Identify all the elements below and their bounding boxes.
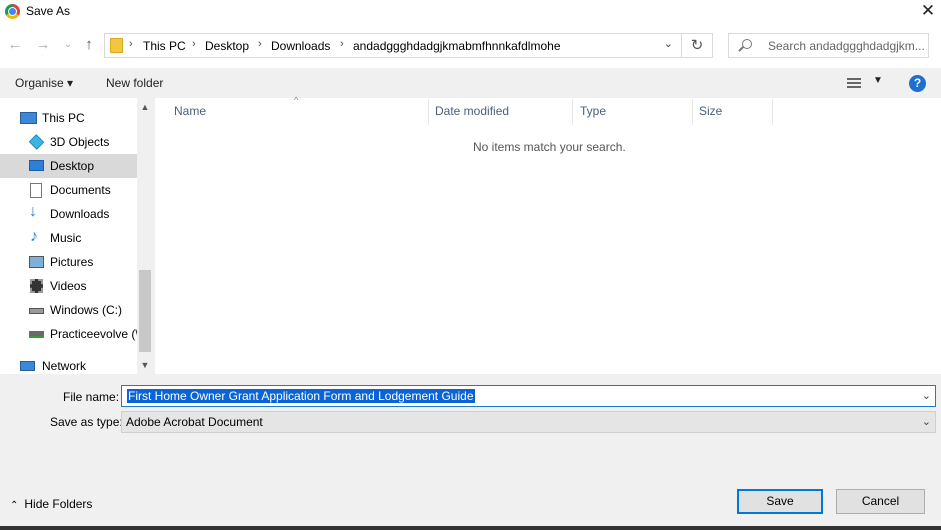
save-button[interactable]: Save [737,489,823,514]
chevron-right-icon[interactable]: › [129,38,133,50]
nav-item-this-pc[interactable]: This PC [0,106,137,130]
cube-icon [28,134,45,150]
chevron-up-icon: ⌃ [10,500,19,511]
nav-item-label: Desktop [50,159,95,173]
nav-item-videos[interactable]: Videos [0,274,137,298]
hide-folders-button[interactable]: ⌃ Hide Folders [10,497,92,511]
scroll-thumb[interactable] [139,270,151,352]
nav-item-pictures[interactable]: Pictures [0,250,137,274]
column-header-name[interactable]: Name [174,104,206,118]
nav-item-label: Downloads [50,207,110,221]
scroll-up-icon[interactable]: ▲ [137,102,153,112]
nav-item-desktop[interactable]: Desktop [0,154,137,178]
picture-icon [29,256,44,268]
column-header-date-modified[interactable]: Date modified [435,104,509,118]
nav-item-practiceevolve[interactable]: Practiceevolve (\ [0,322,137,346]
breadcrumb-this-pc[interactable]: This PC [143,39,186,53]
column-header-type[interactable]: Type [580,104,606,118]
organise-button[interactable]: Organise ▾ [15,76,73,90]
cancel-button[interactable]: Cancel [836,489,925,514]
chevron-down-icon[interactable]: ⌄ [922,415,931,428]
column-divider[interactable] [772,99,773,125]
nav-item-label: Network [42,359,87,373]
nav-item-label: Practiceevolve (\ [50,327,137,341]
save-as-type-select[interactable]: Adobe Acrobat Document ⌄ [121,411,936,433]
refresh-button[interactable]: ↻ [682,33,713,58]
view-dropdown-icon[interactable]: ▼ [873,75,883,86]
computer-icon [20,112,37,124]
drive-icon [29,308,44,314]
column-divider[interactable] [692,99,693,125]
help-button[interactable]: ? [909,75,926,92]
chevron-right-icon[interactable]: › [340,38,344,50]
nav-item-downloads[interactable]: ↓ Downloads [0,202,137,226]
up-button[interactable]: ↑ [80,35,98,55]
music-note-icon: ♪ [30,228,38,245]
breadcrumb-downloads[interactable]: Downloads [271,39,330,53]
network-drive-icon [29,331,44,338]
chevron-right-icon[interactable]: › [192,38,196,50]
nav-item-3d-objects[interactable]: 3D Objects [0,130,137,154]
save-as-type-value: Adobe Acrobat Document [126,415,263,429]
column-header-size[interactable]: Size [699,104,722,118]
nav-item-label: Documents [50,183,111,197]
forward-button[interactable]: → [34,35,52,55]
navigation-pane: This PC 3D Objects Desktop Documents ↓ D… [0,98,153,374]
chrome-icon [5,4,20,19]
window-title: Save As [26,4,71,18]
nav-item-music[interactable]: ♪ Music [0,226,137,250]
folder-icon [110,38,123,53]
recent-locations-button[interactable]: ⌄ [62,35,74,55]
chevron-right-icon[interactable]: › [258,38,262,50]
search-box[interactable]: Search andadggghdadgjkm... [728,33,929,58]
title-bar [0,0,941,24]
new-folder-button[interactable]: New folder [106,76,163,90]
nav-item-documents[interactable]: Documents [0,178,137,202]
back-button[interactable]: ← [6,35,24,55]
nav-item-label: This PC [42,111,85,125]
view-options-icon[interactable] [847,77,861,89]
column-divider[interactable] [572,99,573,125]
nav-item-network[interactable]: Network [0,354,137,378]
hide-folders-label: Hide Folders [24,497,93,511]
desktop-icon [29,160,44,171]
address-bar[interactable]: › This PC › Desktop › Downloads › andadg… [104,33,682,58]
search-icon [742,39,752,49]
column-divider[interactable] [428,99,429,125]
document-icon [30,183,42,198]
search-input[interactable]: Search andadggghdadgjkm... [768,39,926,53]
save-as-type-label: Save as type: [50,415,123,429]
taskbar-edge [0,526,941,530]
nav-item-label: Windows (C:) [50,303,123,317]
close-button[interactable]: ✕ [915,0,941,24]
nav-item-windows-c[interactable]: Windows (C:) [0,298,137,322]
nav-item-label: Pictures [50,255,94,269]
download-arrow-icon: ↓ [29,203,37,220]
nav-item-label: Videos [50,279,87,293]
breadcrumb-desktop[interactable]: Desktop [205,39,249,53]
empty-message: No items match your search. [473,140,626,154]
file-name-label: File name: [63,390,120,404]
nav-item-label: Music [50,231,82,245]
scroll-down-icon[interactable]: ▼ [137,360,153,370]
network-icon [20,361,35,371]
breadcrumb-current-folder[interactable]: andadggghdadgjkmabmfhnnkafdlmohe [353,39,561,53]
chevron-down-icon[interactable]: ⌄ [664,37,673,50]
file-name-field[interactable]: First Home Owner Grant Application Form … [121,385,936,407]
chevron-down-icon[interactable]: ⌄ [922,389,931,402]
nav-item-label: 3D Objects [50,135,110,149]
file-name-value[interactable]: First Home Owner Grant Application Form … [127,389,475,403]
film-icon [30,279,43,293]
sort-up-icon: ^ [294,95,299,105]
